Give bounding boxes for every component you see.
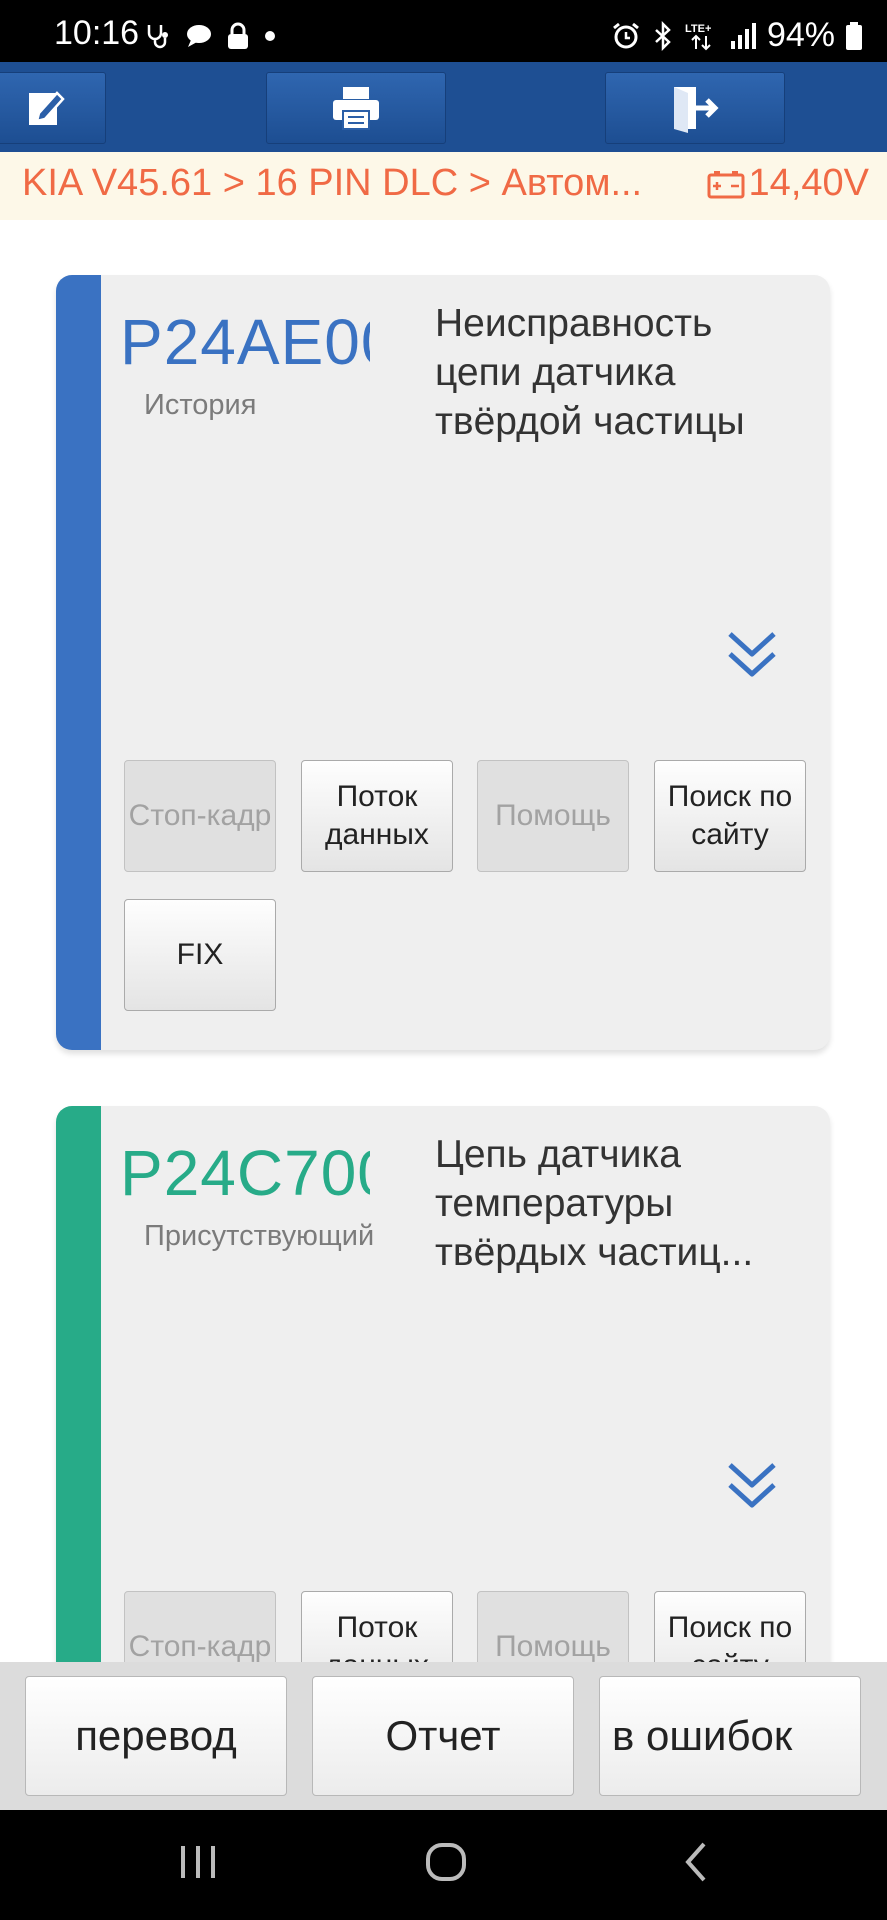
chat-icon [187,25,211,47]
translate-button[interactable]: перевод [25,1676,287,1796]
help-button[interactable]: Помощь [477,760,629,872]
status-stripe [56,275,101,1050]
svg-text:LTE+: LTE+ [685,23,711,35]
data-stream-button[interactable]: Поток данных [301,1591,453,1662]
status-bar: 10:16 LTE+ 94% [0,0,887,62]
data-stream-button[interactable]: Поток данных [301,760,453,872]
errors-button[interactable]: в ошибок [599,1676,861,1796]
edit-button[interactable] [0,72,106,144]
toolbar [0,62,887,152]
battery-percent: 94% [766,16,835,54]
voltage-indicator: 14,40V [707,162,869,205]
lte-icon: LTE+ [685,23,711,50]
battery-icon [846,21,862,50]
voltage-value: 14,40V [748,162,869,204]
report-button[interactable]: Отчет [312,1676,574,1796]
back-icon[interactable] [680,1840,712,1884]
bottom-action-bar: перевод Отчет в ошибок [0,1662,887,1810]
recents-icon[interactable] [178,1840,218,1884]
edit-icon [29,91,65,125]
signal-icon [730,22,756,49]
dot-icon [265,31,275,41]
battery-voltage-icon [707,170,745,198]
print-button[interactable] [266,72,446,144]
dtc-code: P24C700 [120,1137,370,1209]
system-nav-bar [0,1810,887,1920]
fix-button[interactable]: FIX [124,899,276,1011]
freeze-frame-button[interactable]: Стоп-кадр [124,760,276,872]
dtc-description: Неисправность цепи датчика твёрдой части… [435,302,745,443]
lock-icon [228,22,248,49]
dtc-status: История [144,389,257,421]
breadcrumb: KIA V45.61 > 16 PIN DLC > Автом... [22,162,643,204]
dtc-status: Присутствующий [144,1220,375,1252]
clock: 10:16 [54,14,140,52]
notification-icons [145,22,277,50]
exit-icon [674,87,719,133]
dtc-list: P24AE00 История Неисправность цепи датчи… [0,220,887,1662]
status-stripe [56,1106,101,1662]
stethoscope-icon [147,25,168,49]
help-button[interactable]: Помощь [477,1591,629,1662]
site-search-button[interactable]: Поиск по сайту [654,1591,806,1662]
dtc-code: P24AE00 [120,306,370,378]
expand-chevron-icon[interactable] [726,1461,778,1511]
dtc-description: Цепь датчика температуры твёрдых частиц.… [435,1133,754,1274]
freeze-frame-button[interactable]: Стоп-кадр [124,1591,276,1662]
site-search-button[interactable]: Поиск по сайту [654,760,806,872]
bluetooth-icon [655,20,671,51]
exit-button[interactable] [605,72,785,144]
dtc-card: P24AE00 История Неисправность цепи датчи… [56,275,830,1050]
breadcrumb-bar: KIA V45.61 > 16 PIN DLC > Автом... 14,40… [0,152,887,220]
system-icons: LTE+ 94% [611,16,863,55]
expand-chevron-icon[interactable] [726,630,778,680]
home-icon[interactable] [424,1840,468,1884]
alarm-icon [613,22,639,48]
printer-icon [333,87,379,130]
dtc-card: P24C700 Присутствующий Цепь датчика темп… [56,1106,830,1662]
